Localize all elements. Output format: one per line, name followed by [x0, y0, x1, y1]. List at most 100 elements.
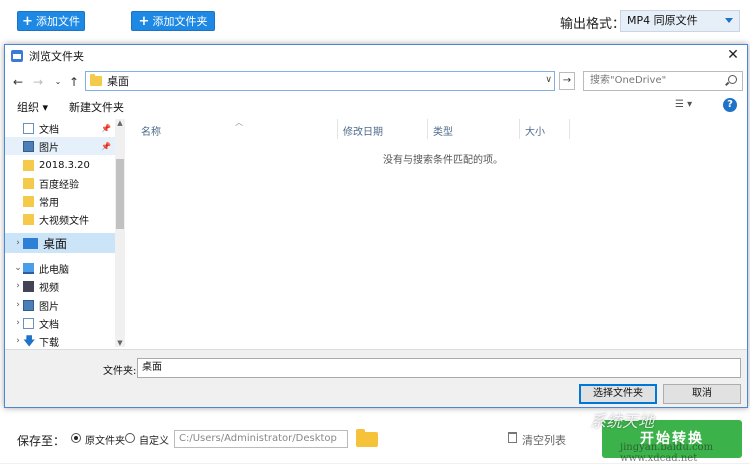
nav-item-label: 图片 — [39, 142, 59, 154]
column-divider[interactable] — [519, 119, 520, 139]
nav-item-folder-common[interactable]: 常用 — [5, 192, 123, 210]
nav-item-videos[interactable]: › 视频 — [5, 277, 123, 295]
output-format-label: 输出格式： — [560, 17, 626, 32]
plus-icon: + — [22, 14, 33, 29]
radio-original-label: 原文件夹 — [85, 436, 125, 447]
nav-item-label: 视频 — [39, 282, 59, 294]
save-to-label: 保存至： — [17, 434, 66, 448]
nav-item-label: 百度经验 — [39, 179, 79, 191]
folder-icon — [23, 159, 34, 171]
cancel-button[interactable]: 取消 — [663, 384, 741, 404]
browse-folder-icon[interactable] — [356, 429, 378, 447]
watermark-text: 系统天地 — [590, 412, 655, 431]
nav-item-downloads[interactable]: › 🡇 下载 — [5, 332, 123, 348]
column-header-type[interactable]: 类型 — [433, 123, 453, 138]
new-folder-button[interactable]: 新建文件夹 — [69, 99, 124, 115]
radio-custom-folder[interactable] — [125, 433, 135, 443]
add-folder-button[interactable]: + 添加文件夹 — [131, 11, 215, 31]
pin-icon: 📌 — [101, 123, 111, 133]
output-format-value: MP4 同原文件 — [627, 14, 698, 27]
radio-custom-label: 自定义 — [139, 436, 169, 447]
nav-item-label: 图片 — [39, 301, 59, 313]
scroll-up-icon[interactable]: ▲ — [115, 119, 125, 127]
nav-item-label: 大视频文件 — [39, 215, 89, 227]
chevron-down-icon[interactable]: ∨ — [545, 75, 552, 85]
select-folder-button[interactable]: 选择文件夹 — [579, 384, 657, 404]
chevron-right-icon[interactable]: › — [13, 281, 23, 291]
chevron-right-icon[interactable]: › — [13, 336, 23, 346]
nav-item-desktop[interactable]: › 桌面 — [5, 233, 123, 253]
watermark-sub: jingyan.baidu.com www.xdcad.net — [620, 442, 714, 464]
nav-item-this-pc[interactable]: ⌄ 此电脑 — [5, 259, 123, 277]
help-icon[interactable]: ? — [723, 98, 737, 112]
chevron-down-icon[interactable]: ⌄ — [13, 263, 23, 273]
dialog-footer: 文件夹: 桌面 选择文件夹 取消 — [5, 349, 747, 407]
clear-list-button[interactable]: 清空列表 — [522, 432, 566, 448]
folder-field-label: 文件夹: — [103, 366, 137, 377]
scroll-down-icon[interactable]: ▼ — [115, 339, 125, 347]
nav-item-label: 文档 — [39, 319, 59, 331]
add-folder-label: 添加文件夹 — [152, 15, 208, 28]
nav-item-label: 文档 — [39, 124, 59, 136]
nav-item-pictures[interactable]: › 图片 — [5, 296, 123, 314]
browse-folder-dialog: 浏览文件夹 ✕ ← → ⌄ ↑ 桌面 ∨ → 搜索"OneDrive" 组织 ▾… — [4, 44, 748, 408]
column-header-name[interactable]: 名称 — [141, 123, 161, 138]
nav-item-documents[interactable]: › 文档 — [5, 314, 123, 332]
pictures-icon — [23, 299, 34, 311]
dialog-titlebar: 浏览文件夹 — [5, 45, 747, 67]
address-text: 桌面 — [107, 75, 129, 88]
add-file-button[interactable]: + 添加文件 — [17, 11, 85, 31]
nav-item-label: 桌面 — [43, 236, 68, 251]
save-path-input[interactable]: C:/Users/Administrator/Desktop — [174, 430, 348, 448]
nav-item-label: 此电脑 — [39, 264, 69, 276]
nav-item-folder-baidu[interactable]: 百度经验 — [5, 174, 123, 192]
plus-icon: + — [138, 14, 150, 29]
chevron-right-icon[interactable]: › — [13, 318, 23, 328]
folder-icon — [23, 213, 34, 225]
view-options-icon[interactable]: ☰ ▾ — [675, 99, 692, 110]
organize-menu[interactable]: 组织 ▾ — [17, 99, 48, 115]
chevron-down-icon — [725, 18, 733, 23]
folder-icon — [23, 177, 34, 189]
dialog-toolbar: 组织 ▾ 新建文件夹 ☰ ▾ ? — [5, 95, 747, 117]
search-icon — [728, 75, 737, 84]
app-window: + 添加文件 + 添加文件夹 输出格式： MP4 同原文件 浏览文件夹 ✕ ← → … — [0, 0, 750, 464]
nav-scrollbar[interactable]: ▲ ▼ — [115, 119, 125, 347]
nav-item-documents-pinned[interactable]: 文档 📌 — [5, 119, 123, 137]
trash-icon[interactable] — [508, 432, 517, 443]
download-icon: 🡇 — [23, 333, 36, 347]
column-header-size[interactable]: 大小 — [525, 123, 545, 138]
column-divider[interactable] — [569, 119, 570, 139]
document-icon — [23, 317, 34, 329]
nav-item-folder-bigvideo[interactable]: 大视频文件 — [5, 210, 123, 228]
nav-item-folder-2018[interactable]: 2018.3.20 — [5, 156, 123, 174]
column-divider[interactable] — [427, 119, 428, 139]
chevron-right-icon[interactable]: › — [13, 300, 23, 310]
folder-name-field[interactable]: 桌面 — [137, 358, 741, 378]
empty-message: 没有与搜索条件匹配的项。 — [383, 155, 503, 166]
chevron-right-icon[interactable]: › — [13, 238, 23, 248]
scrollbar-thumb[interactable] — [116, 159, 124, 229]
recent-dropdown-icon[interactable]: ⌄ — [51, 74, 65, 90]
document-icon — [23, 122, 34, 134]
column-divider[interactable] — [337, 119, 338, 139]
search-input[interactable]: 搜索"OneDrive" — [583, 71, 743, 91]
folder-icon — [23, 195, 34, 207]
folder-icon — [90, 74, 102, 86]
address-bar[interactable]: 桌面 ∨ — [85, 71, 555, 91]
forward-arrow-icon[interactable]: → — [31, 74, 45, 90]
address-row: ← → ⌄ ↑ 桌面 ∨ → 搜索"OneDrive" — [5, 71, 747, 93]
add-file-label: 添加文件 — [35, 15, 80, 28]
output-format-select[interactable]: MP4 同原文件 — [620, 10, 740, 32]
pin-icon: 📌 — [101, 141, 111, 151]
go-arrow-icon[interactable]: → — [559, 72, 575, 90]
computer-icon — [23, 262, 34, 274]
file-list: ︿ 名称 修改日期 类型 大小 没有与搜索条件匹配的项。 — [127, 118, 745, 347]
column-header-modified[interactable]: 修改日期 — [343, 123, 383, 138]
radio-original-folder[interactable] — [71, 433, 81, 443]
back-arrow-icon[interactable]: ← — [11, 74, 25, 90]
close-icon[interactable]: ✕ — [725, 47, 741, 63]
up-arrow-icon[interactable]: ↑ — [67, 74, 81, 90]
search-placeholder: 搜索"OneDrive" — [590, 75, 667, 86]
nav-item-pictures-pinned[interactable]: 图片 📌 — [5, 137, 123, 155]
